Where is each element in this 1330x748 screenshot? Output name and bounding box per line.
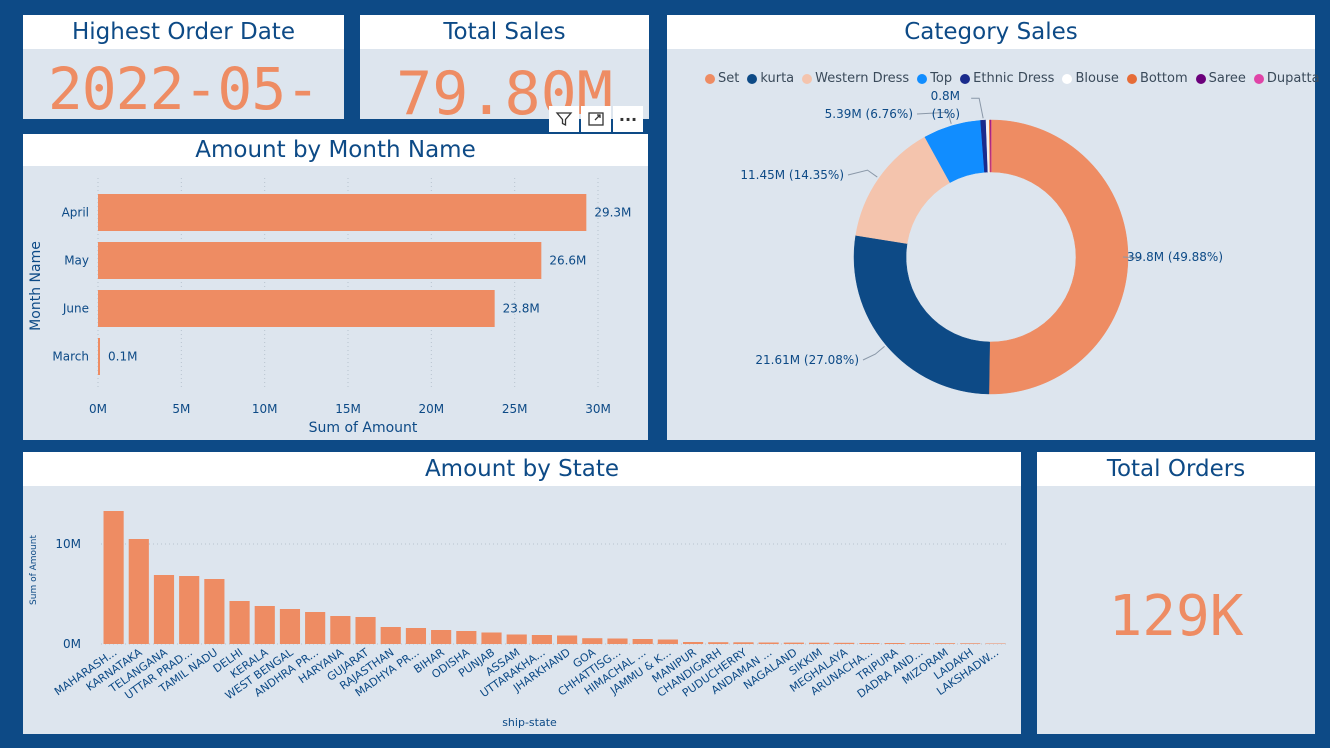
state-x-axis-title: ship-state xyxy=(502,716,557,729)
state-y-axis-title: Sum of Amount xyxy=(29,535,39,605)
state-bar xyxy=(380,627,401,644)
state-bar-chart: 0M10MMAHARASH...KARNATAKATELANGANAUTTAR … xyxy=(29,511,1008,729)
total-sales-card[interactable]: Total Sales 79.80M xyxy=(360,15,649,119)
state-bar xyxy=(254,606,275,644)
state-bar xyxy=(431,630,452,644)
month-x-tick-label: 5M xyxy=(172,402,190,416)
state-bar xyxy=(632,639,653,644)
month-data-label: 29.3M xyxy=(594,206,631,220)
state-bar xyxy=(405,628,427,644)
month-category-label: March xyxy=(52,350,89,364)
state-bar xyxy=(128,539,149,644)
month-x-tick-label: 0M xyxy=(89,402,107,416)
month-data-label: 23.8M xyxy=(503,302,540,316)
state-bar xyxy=(985,643,1006,644)
state-y-tick-label: 0M xyxy=(63,637,81,651)
state-chart-card[interactable]: Amount by State 0M 10M MAHARASH... KARNATAK… xyxy=(23,452,1021,734)
donut-data-label: 0.8M xyxy=(931,89,960,103)
state-bar xyxy=(708,642,729,644)
donut-data-label: 11.45M (14.35%) xyxy=(740,168,844,182)
total-orders-card[interactable]: Total Orders 129K xyxy=(1037,452,1315,734)
month-category-label: May xyxy=(64,254,89,268)
state-bar xyxy=(229,601,250,644)
more-options-icon[interactable]: ··· xyxy=(613,106,643,132)
highest-order-date-card[interactable]: Highest Order Date 2022-05-03 xyxy=(23,15,344,191)
state-bar xyxy=(859,643,880,644)
state-bar xyxy=(834,642,855,644)
state-bar xyxy=(682,642,704,644)
donut-data-label: (1%) xyxy=(932,107,960,121)
state-bar xyxy=(934,643,956,644)
month-x-tick-label: 30M xyxy=(585,402,611,416)
category-donut-chart: 39.8M (49.88%) 21.61M (27.08%) 11.45M (14.… xyxy=(740,89,1223,395)
state-bar xyxy=(305,612,326,644)
state-bar xyxy=(153,575,175,644)
state-bar xyxy=(758,642,779,644)
state-bar xyxy=(531,635,552,644)
donut-slice xyxy=(988,119,1129,395)
donut-leader-line xyxy=(971,97,984,119)
state-bar xyxy=(103,511,124,644)
state-bar xyxy=(582,638,603,644)
state-bar xyxy=(808,642,830,644)
month-category-label: June xyxy=(62,302,89,316)
state-bar xyxy=(204,579,225,644)
month-x-tick-label: 15M xyxy=(335,402,361,416)
state-bar xyxy=(909,643,930,644)
month-bar-chart: 0M 5M 10M 15M 20M 25M 30M April 29.3M May 26.6M Jun… xyxy=(28,178,631,436)
state-bar xyxy=(657,639,678,644)
donut-slice xyxy=(853,235,990,395)
month-data-label: 0.1M xyxy=(108,350,137,364)
month-category-label: April xyxy=(62,206,89,220)
month-x-axis-title: Sum of Amount xyxy=(309,420,418,436)
total-orders-title: Total Orders xyxy=(1037,452,1315,486)
state-y-tick-label: 10M xyxy=(55,537,81,551)
month-data-label: 26.6M xyxy=(549,254,586,268)
total-sales-title: Total Sales xyxy=(360,15,649,49)
state-bar xyxy=(355,617,376,644)
state-bar xyxy=(179,576,200,644)
filter-icon[interactable] xyxy=(549,106,579,132)
donut-leader-line xyxy=(862,345,885,361)
month-x-tick-label: 10M xyxy=(252,402,278,416)
state-bar xyxy=(506,634,527,644)
state-bar xyxy=(557,635,578,644)
month-x-tick-label: 20M xyxy=(419,402,445,416)
month-bar xyxy=(98,290,495,327)
category-chart-card[interactable]: Category Sales Set kurta Western Dress Top E… xyxy=(667,15,1320,440)
state-bar xyxy=(733,642,754,644)
month-y-axis-title: Month Name xyxy=(28,241,44,331)
state-bar xyxy=(279,609,301,644)
donut-data-label: 39.8M (49.88%) xyxy=(1127,250,1223,264)
month-bar xyxy=(98,194,587,231)
donut-data-label: 21.61M (27.08%) xyxy=(755,353,859,367)
state-bar xyxy=(607,638,628,644)
highest-order-date-title: Highest Order Date xyxy=(23,15,344,49)
focus-mode-icon[interactable] xyxy=(581,106,611,132)
state-bar xyxy=(960,643,981,644)
total-orders-value: 129K xyxy=(1108,584,1244,649)
state-bar xyxy=(783,642,804,644)
state-bar xyxy=(884,643,905,644)
visual-header: ··· xyxy=(549,106,643,132)
month-bar xyxy=(98,338,100,375)
state-bar xyxy=(481,632,502,644)
month-chart-card[interactable]: Amount by Month Name 0M 5M 10M 15M 20M 25M 30M… xyxy=(23,134,648,440)
month-x-tick-label: 25M xyxy=(502,402,528,416)
donut-data-label: 5.39M (6.76%) xyxy=(825,107,913,121)
donut-leader-line xyxy=(847,169,878,178)
state-bar xyxy=(330,616,351,644)
month-bar xyxy=(98,242,542,279)
state-bar xyxy=(456,631,477,644)
